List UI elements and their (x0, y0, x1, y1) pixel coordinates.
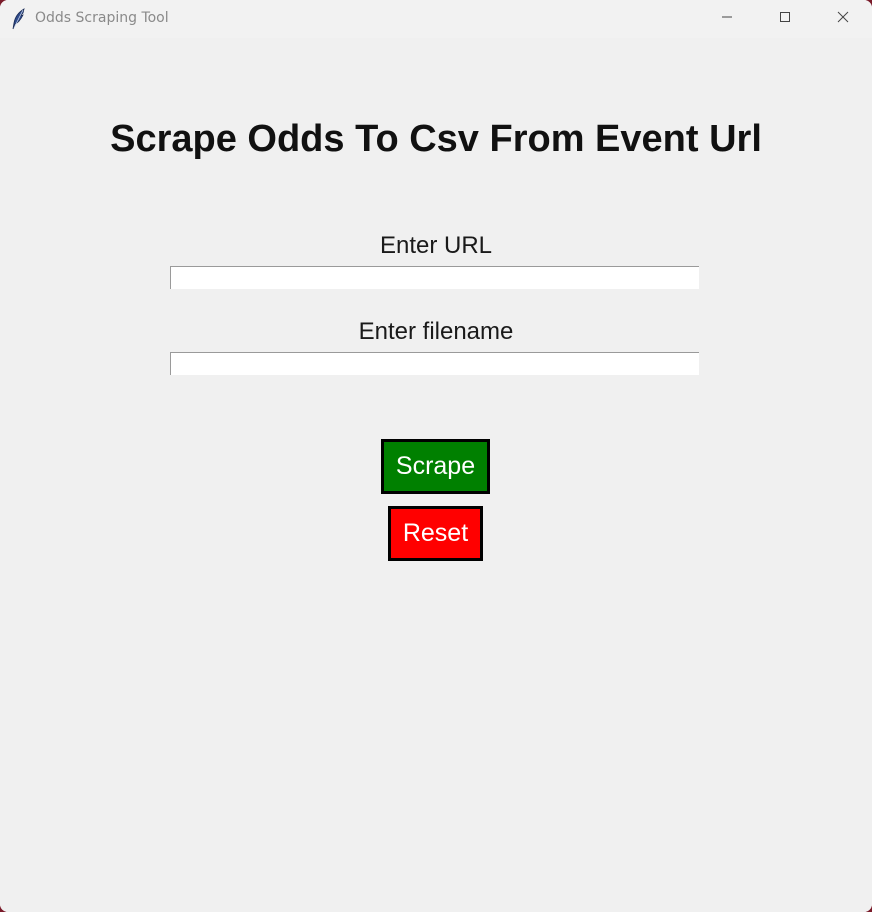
filename-label: Enter filename (358, 318, 514, 345)
reset-button[interactable]: Reset (388, 506, 483, 561)
window-title: Odds Scraping Tool (35, 10, 169, 26)
feather-icon (12, 8, 26, 30)
title-bar[interactable]: Odds Scraping Tool (0, 0, 872, 38)
maximize-icon (779, 10, 791, 28)
minimize-icon (721, 10, 733, 28)
close-icon (837, 10, 849, 28)
app-window: Odds Scraping Tool Scrape Odds To Csv Fr… (0, 0, 872, 912)
maximize-button[interactable] (756, 0, 814, 38)
main-content: Scrape Odds To Csv From Event Url Enter … (0, 38, 872, 912)
filename-input[interactable] (170, 352, 699, 375)
scrape-button[interactable]: Scrape (381, 439, 490, 494)
minimize-button[interactable] (698, 0, 756, 38)
url-label: Enter URL (379, 232, 493, 259)
url-input[interactable] (170, 266, 699, 289)
close-button[interactable] (814, 0, 872, 38)
page-title: Scrape Odds To Csv From Event Url (110, 118, 762, 160)
